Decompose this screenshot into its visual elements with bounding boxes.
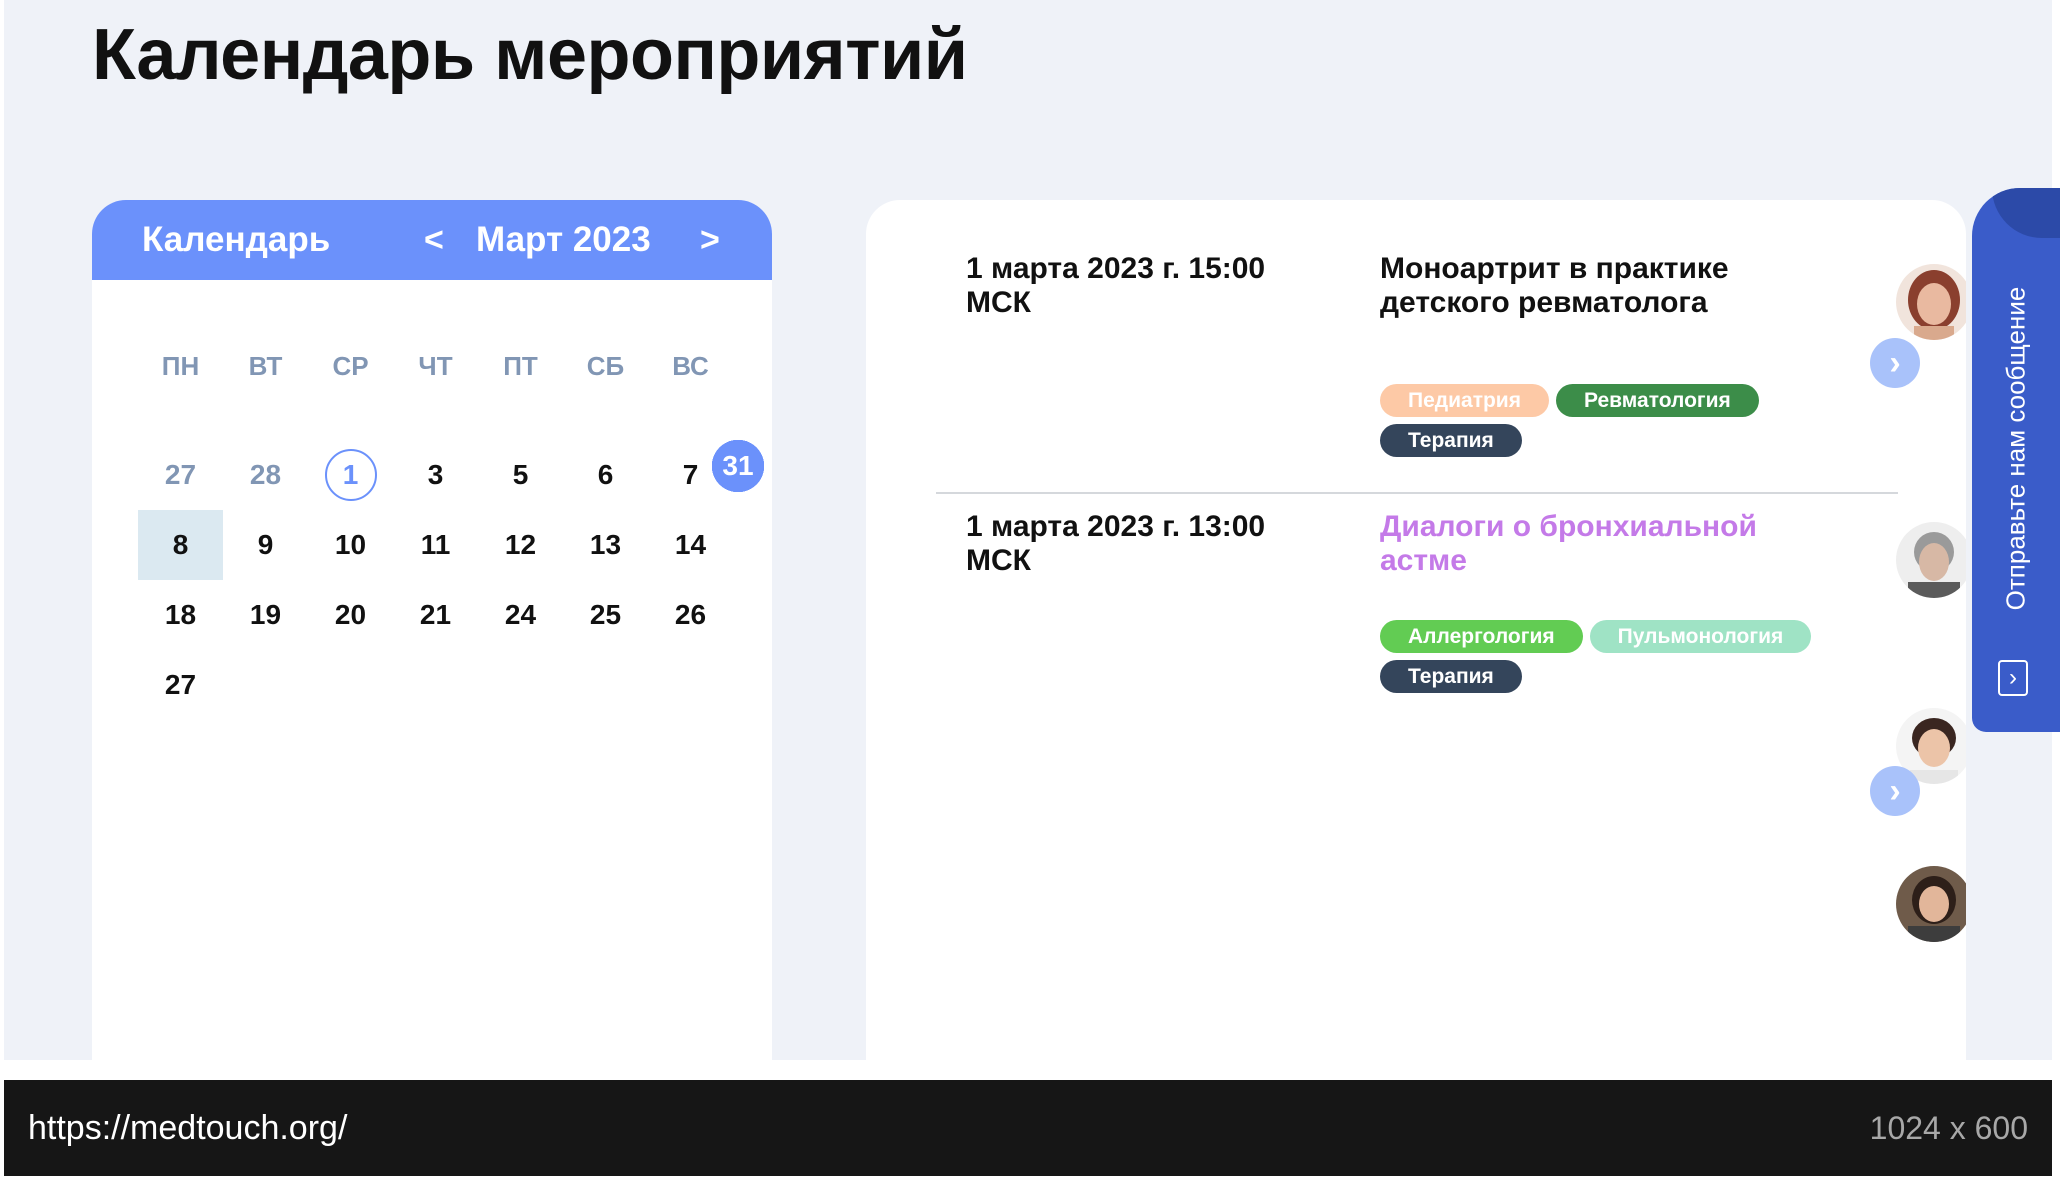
weekday-label: ПН bbox=[161, 351, 200, 381]
viewport-size: 1024 x 600 bbox=[1869, 1110, 2028, 1146]
day-number: 11 bbox=[420, 529, 451, 560]
event-tag[interactable]: Пульмонология bbox=[1589, 620, 1812, 653]
event-tags: Аллергология Пульмонология Терапия bbox=[1380, 620, 1840, 693]
calendar-day[interactable]: 26 bbox=[648, 580, 733, 650]
event-tag[interactable]: Аллергология bbox=[1380, 620, 1583, 653]
event-title[interactable]: Моноартрит в практике детского ревматоло… bbox=[1380, 252, 1820, 320]
weekday-label: ВТ bbox=[248, 351, 283, 381]
current-month: Март 2023 bbox=[476, 220, 651, 259]
calendar-day[interactable]: 13 bbox=[563, 510, 648, 580]
weekday-label: СБ bbox=[586, 351, 625, 381]
speaker-avatar bbox=[1896, 522, 1966, 598]
calendar-day[interactable]: 14 bbox=[648, 510, 733, 580]
event-time: 1 марта 2023 г. 13:00 МСК bbox=[966, 510, 1266, 577]
day-number: 31 bbox=[712, 440, 764, 492]
day-number: 13 bbox=[589, 529, 622, 560]
day-grid: 2728123456789101112131415161718192021222… bbox=[138, 440, 764, 720]
chevron-right-icon: › bbox=[1889, 771, 1901, 810]
day-number: 27 bbox=[164, 669, 197, 700]
calendar-day[interactable]: 27 bbox=[138, 650, 223, 720]
events-list: 1 марта 2023 г. 15:00 МСК Моноартрит в п… bbox=[866, 200, 1966, 1060]
event-tags: Педиатрия Ревматология Терапия bbox=[1380, 384, 1840, 457]
day-number: 27 bbox=[164, 459, 197, 490]
weekday-label: ПТ bbox=[503, 351, 538, 381]
day-number: 10 bbox=[334, 529, 367, 560]
weekday-label: ЧТ bbox=[418, 351, 453, 381]
calendar-day[interactable]: 9 bbox=[223, 510, 308, 580]
calendar-day[interactable]: 27 bbox=[138, 440, 223, 510]
speaker-next-button[interactable]: › bbox=[1870, 766, 1920, 816]
calendar-day[interactable]: 21 bbox=[393, 580, 478, 650]
weekday-row: ПН ВТ СР ЧТ ПТ СБ ВС bbox=[138, 338, 733, 394]
day-number: 8 bbox=[172, 529, 189, 560]
calendar-day[interactable]: 19 bbox=[223, 580, 308, 650]
feedback-label-wrap: Отправьте нам сообщение bbox=[1972, 248, 2060, 648]
speaker-next-button[interactable]: › bbox=[1870, 338, 1920, 388]
feedback-label: Отправьте нам сообщение bbox=[2000, 286, 2031, 610]
page-url: https://medtouch.org/ bbox=[28, 1109, 348, 1147]
calendar-day[interactable]: 31 bbox=[238, 440, 772, 492]
event-divider bbox=[936, 492, 1898, 494]
speaker-photo-4 bbox=[1896, 866, 1966, 942]
calendar-day[interactable]: 11 bbox=[393, 510, 478, 580]
day-number: 9 bbox=[257, 529, 274, 560]
page-title: Календарь мероприятий bbox=[92, 15, 968, 95]
prev-month-button[interactable]: < bbox=[424, 200, 444, 280]
event-tag[interactable]: Терапия bbox=[1380, 660, 1522, 693]
calendar-label: Календарь bbox=[142, 220, 331, 259]
calendar-day[interactable]: 25 bbox=[563, 580, 648, 650]
feedback-corner bbox=[1992, 188, 2060, 238]
day-number: 25 bbox=[589, 599, 622, 630]
event-tag[interactable]: Терапия bbox=[1380, 424, 1522, 457]
day-number: 24 bbox=[504, 599, 537, 630]
calendar-day[interactable]: 10 bbox=[308, 510, 393, 580]
next-month-button[interactable]: > bbox=[700, 200, 720, 280]
day-number: 20 bbox=[334, 599, 367, 630]
weekday-label: ВС bbox=[672, 351, 709, 381]
day-number: 19 bbox=[249, 599, 282, 630]
calendar-header: Календарь < Март 2023 > bbox=[92, 200, 772, 280]
day-number: 14 bbox=[674, 529, 707, 560]
feedback-tab[interactable]: Отправьте нам сообщение › bbox=[1972, 188, 2060, 732]
calendar-widget: Календарь < Март 2023 > ПН ВТ СР ЧТ ПТ СБ ВС 2… bbox=[92, 200, 772, 1060]
event-tag[interactable]: Педиатрия bbox=[1380, 384, 1549, 417]
browser-status-bar: https://medtouch.org/ 1024 x 600 bbox=[4, 1080, 2052, 1176]
event-tag[interactable]: Ревматология bbox=[1555, 384, 1759, 417]
day-number: 18 bbox=[164, 599, 197, 630]
calendar-day[interactable]: 20 bbox=[308, 580, 393, 650]
day-number: 21 bbox=[419, 599, 452, 630]
speaker-photo-2 bbox=[1896, 522, 1966, 598]
calendar-day[interactable]: 24 bbox=[478, 580, 563, 650]
day-number: 12 bbox=[504, 529, 537, 560]
speaker-avatar bbox=[1896, 866, 1966, 942]
event-time: 1 марта 2023 г. 15:00 МСК bbox=[966, 252, 1266, 319]
event-title[interactable]: Диалоги о бронхиальной астме bbox=[1380, 510, 1820, 578]
chevron-right-icon: › bbox=[1889, 343, 1901, 382]
day-number: 26 bbox=[674, 599, 707, 630]
calendar-day[interactable]: 8 bbox=[138, 510, 223, 580]
chevron-right-icon: › bbox=[1998, 660, 2028, 696]
weekday-label: СР bbox=[332, 351, 369, 381]
page: Календарь мероприятий Календарь < Март 2… bbox=[4, 0, 2052, 1060]
speaker-photo-1 bbox=[1896, 264, 1966, 340]
calendar-day[interactable]: 18 bbox=[138, 580, 223, 650]
speaker-avatar bbox=[1896, 264, 1966, 340]
calendar-day[interactable]: 12 bbox=[478, 510, 563, 580]
